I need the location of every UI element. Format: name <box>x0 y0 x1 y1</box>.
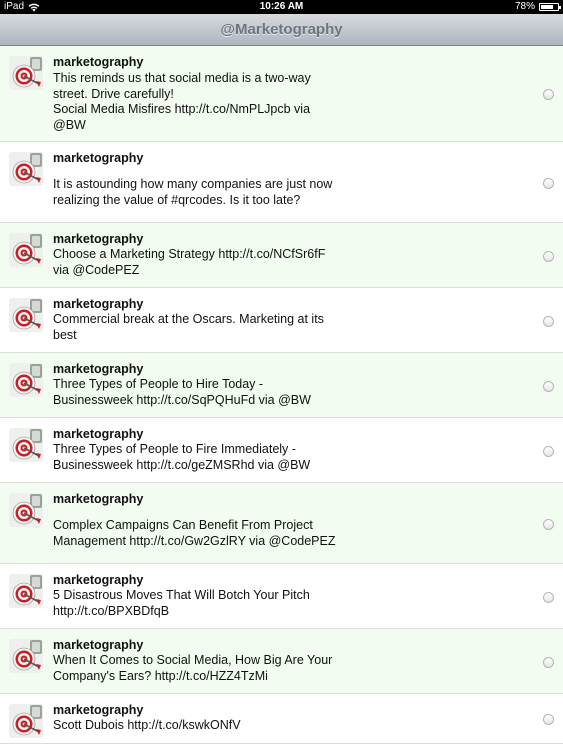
tweet-username: marketography <box>53 362 144 376</box>
status-bar: iPad 10:26 AM 78% <box>0 0 563 14</box>
nav-bar: @Marketography <box>0 14 563 46</box>
tweet-row[interactable]: marketography 5 Disastrous Moves That Wil… <box>0 564 563 629</box>
tweet-username: marketography <box>53 638 144 652</box>
tweet-text: It is astounding how many companies are … <box>53 177 333 207</box>
tweet-row[interactable]: marketography Scott Dubois http://t.co/ks… <box>0 694 563 744</box>
tweet-text: Commercial break at the Oscars. Marketin… <box>53 312 324 342</box>
tweet-row[interactable]: marketography Three Types of People to Fi… <box>0 418 563 483</box>
tweet-username: marketography <box>53 492 144 506</box>
avatar[interactable] <box>9 56 43 90</box>
tweet-username: marketography <box>53 297 144 311</box>
battery-icon <box>539 3 561 11</box>
avatar[interactable] <box>9 298 43 332</box>
battery-percent: 78% <box>514 1 535 12</box>
avatar[interactable] <box>9 574 43 608</box>
select-radio-icon[interactable] <box>543 251 554 262</box>
avatar[interactable] <box>9 152 43 186</box>
select-radio-icon[interactable] <box>543 446 554 457</box>
tweet-row[interactable]: marketography This reminds us that social… <box>0 46 563 142</box>
select-radio-icon[interactable] <box>543 714 554 725</box>
page-title: @Marketography <box>220 21 343 38</box>
select-radio-icon[interactable] <box>543 381 554 392</box>
avatar[interactable] <box>9 493 43 527</box>
tweet-row[interactable]: marketography Choose a Marketing Strategy… <box>0 223 563 288</box>
avatar[interactable] <box>9 428 43 462</box>
status-time: 10:26 AM <box>259 1 304 12</box>
select-radio-icon[interactable] <box>543 178 554 189</box>
select-radio-icon[interactable] <box>543 657 554 668</box>
tweet-row[interactable]: marketography It is astounding how many c… <box>0 142 563 223</box>
tweet-row[interactable]: marketography Complex Campaigns Can Benef… <box>0 483 563 564</box>
tweet-username: marketography <box>53 427 144 441</box>
avatar[interactable] <box>9 704 43 738</box>
tweet-text: Three Types of People to Fire Immediatel… <box>53 442 311 472</box>
tweet-row[interactable]: marketography Three Types of People to Hi… <box>0 353 563 418</box>
tweet-text: Three Types of People to Hire Today - Bu… <box>53 377 311 407</box>
battery-fill <box>541 5 553 9</box>
status-right: 78% <box>514 0 561 14</box>
select-radio-icon[interactable] <box>543 519 554 530</box>
tweet-text: This reminds us that social media is a t… <box>53 71 311 132</box>
select-radio-icon[interactable] <box>543 316 554 327</box>
tweet-text: When It Comes to Social Media, How Big A… <box>53 653 333 683</box>
avatar[interactable] <box>9 639 43 673</box>
tweet-text: 5 Disastrous Moves That Will Botch Your … <box>53 588 310 618</box>
avatar[interactable] <box>9 363 43 397</box>
tweet-row[interactable]: marketography Commercial break at the Osc… <box>0 288 563 353</box>
tweet-text: Scott Dubois http://t.co/kswkONfV <box>53 718 241 732</box>
tweet-username: marketography <box>53 55 144 69</box>
tweet-username: marketography <box>53 151 144 165</box>
select-radio-icon[interactable] <box>543 89 554 100</box>
select-radio-icon[interactable] <box>543 592 554 603</box>
tweet-username: marketography <box>53 232 144 246</box>
tweet-list[interactable]: marketography This reminds us that social… <box>0 46 563 744</box>
tweet-username: marketography <box>53 703 144 717</box>
tweet-text: Complex Campaigns Can Benefit From Proje… <box>53 518 336 548</box>
tweet-text: Choose a Marketing Strategy http://t.co/… <box>53 247 326 277</box>
tweet-row[interactable]: marketography When It Comes to Social Med… <box>0 629 563 694</box>
tweet-username: marketography <box>53 573 144 587</box>
avatar[interactable] <box>9 233 43 267</box>
